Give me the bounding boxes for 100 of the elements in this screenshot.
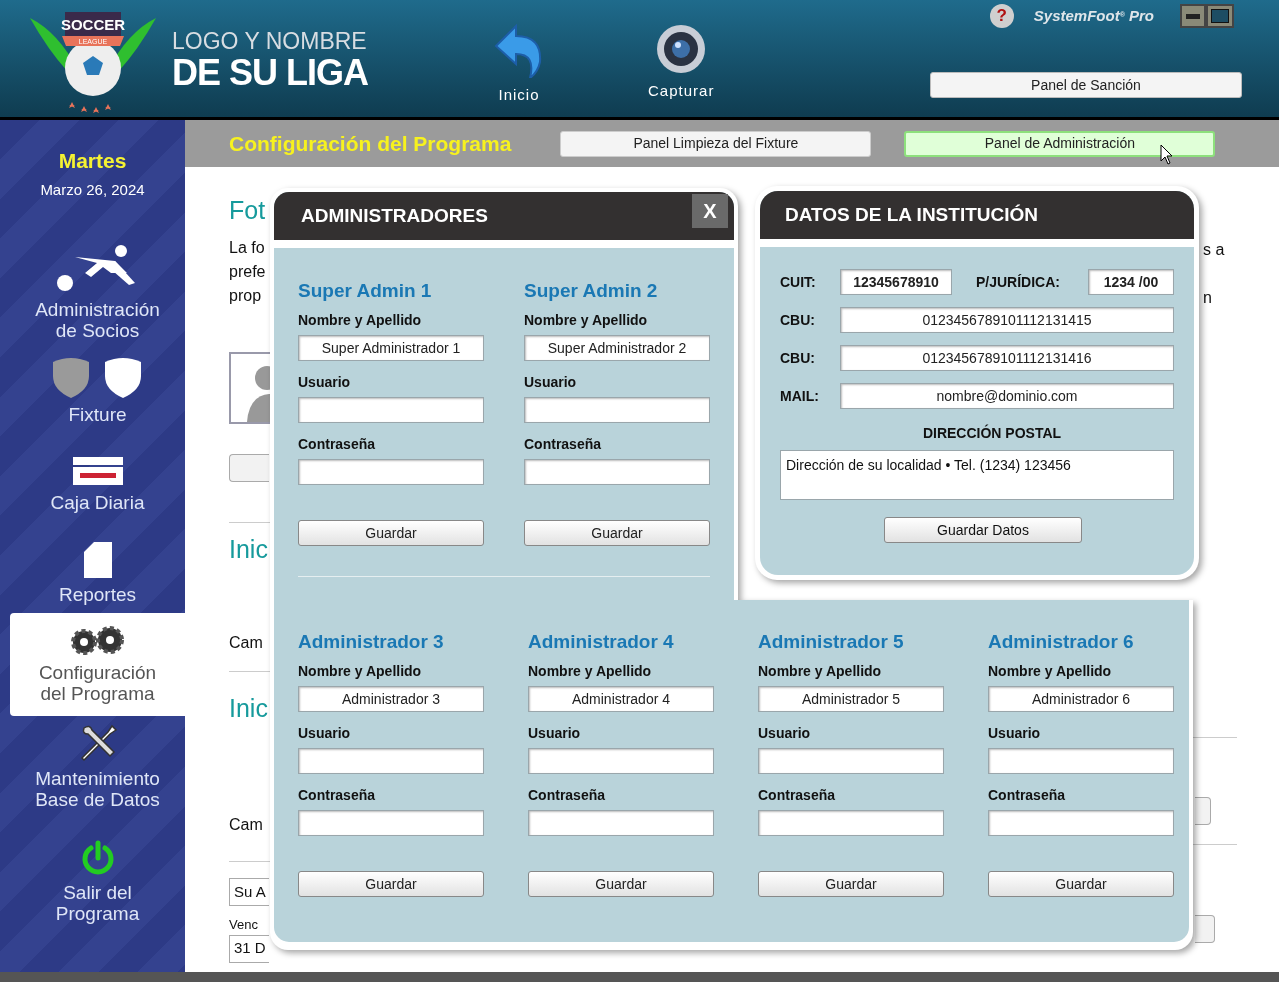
weekday: Martes — [58, 148, 127, 174]
field-caption: Venc — [229, 916, 258, 934]
text-field[interactable]: Su A — [229, 878, 269, 906]
minimize-button[interactable] — [1180, 4, 1206, 28]
sanction-panel-button[interactable]: Panel de Sanción — [930, 72, 1242, 98]
field-label: Nombre y Apellido — [298, 311, 423, 329]
help-icon[interactable]: ? — [989, 4, 1014, 28]
paragraph-line: n — [1203, 288, 1212, 308]
close-button[interactable]: X — [692, 194, 728, 228]
league-name-top: LOGO Y NOMBRE — [172, 28, 368, 54]
field-label: Contraseña — [298, 786, 377, 804]
user-field[interactable] — [528, 748, 714, 774]
name-field[interactable]: Administrador 4 — [528, 686, 714, 712]
gears-icon — [69, 626, 126, 656]
password-field[interactable] — [758, 810, 944, 836]
sidebar-item[interactable]: Administración de Socios — [10, 227, 185, 341]
text-field[interactable]: 0123456789101112131416 — [840, 345, 1174, 371]
field-label: Usuario — [528, 724, 582, 742]
maximize-button[interactable] — [1206, 4, 1234, 28]
button[interactable] — [1195, 797, 1211, 825]
save-button[interactable]: Guardar — [988, 871, 1174, 897]
paragraph-line: La fo — [229, 238, 265, 258]
pj-field[interactable]: 1234 /00 — [1088, 269, 1174, 295]
sidebar-item[interactable]: Reportes — [10, 517, 185, 609]
admin-title: Super Admin 2 — [524, 279, 659, 303]
date: Marzo 26, 2024 — [40, 179, 145, 200]
panel-button[interactable]: Panel Limpieza del Fixture — [560, 130, 872, 157]
field-label: Usuario — [758, 724, 812, 742]
paragraph-line: prefe — [229, 262, 266, 282]
admin-title: Super Admin 1 — [298, 279, 433, 303]
camera-lens-icon — [656, 24, 707, 74]
text-field[interactable]: nombre@dominio.com — [840, 383, 1174, 409]
password-field[interactable] — [528, 810, 714, 836]
field-label: Cam — [229, 815, 263, 835]
admin-title: Administrador 6 — [988, 630, 1135, 654]
admin-title: Administrador 5 — [758, 630, 905, 654]
save-button[interactable]: Guardar — [524, 520, 710, 546]
field-label: Contraseña — [524, 435, 603, 453]
sidebar-item[interactable]: Configuración del Programa — [10, 613, 185, 716]
field-label: Nombre y Apellido — [298, 662, 423, 680]
field-label: Usuario — [988, 724, 1042, 742]
field-label: Usuario — [298, 373, 352, 391]
sidebar-item[interactable]: Caja Diaria — [10, 429, 185, 517]
cuit-field[interactable]: 12345678910 — [840, 269, 952, 295]
user-field[interactable] — [758, 748, 944, 774]
password-field[interactable] — [524, 459, 710, 485]
name-field[interactable]: Administrador 6 — [988, 686, 1174, 712]
save-data-button[interactable]: Guardar Datos — [884, 517, 1082, 543]
save-button[interactable]: Guardar — [758, 871, 944, 897]
user-field[interactable] — [298, 748, 484, 774]
field-label: CBU: — [780, 310, 816, 330]
user-field[interactable] — [298, 397, 484, 423]
save-button[interactable]: Guardar — [298, 520, 484, 546]
back-arrow-icon — [494, 24, 544, 78]
password-field[interactable] — [298, 459, 484, 485]
field-label: Contraseña — [528, 786, 607, 804]
mouse-cursor-icon — [1160, 143, 1175, 166]
field-label: Usuario — [298, 724, 352, 742]
sidebar-item[interactable]: Mantenimiento Base de Datos — [10, 716, 185, 812]
date-field[interactable]: 31 D — [229, 934, 269, 963]
brand-name: SystemFoot$^{®}$ Pro — [1033, 5, 1154, 26]
field-label: Contraseña — [988, 786, 1067, 804]
field-label: Nombre y Apellido — [524, 311, 649, 329]
section-heading: Inic — [229, 534, 268, 565]
name-field[interactable]: Administrador 3 — [298, 686, 484, 712]
admin-title: Administrador 3 — [298, 630, 445, 654]
name-field[interactable]: Super Administrador 2 — [524, 335, 710, 361]
button[interactable] — [1195, 915, 1215, 943]
toolbar-button[interactable]: Inicio — [494, 24, 544, 107]
save-button[interactable]: Guardar — [298, 871, 484, 897]
section-label: DIRECCIÓN POSTAL — [922, 423, 1062, 443]
field-label: Contraseña — [298, 435, 377, 453]
admin-title: Administrador 4 — [528, 630, 675, 654]
text-field[interactable]: 0123456789101112131415 — [840, 307, 1174, 333]
field-label: Usuario — [524, 373, 578, 391]
field-label: CBU: — [780, 348, 816, 368]
paragraph-line: prop — [229, 286, 262, 306]
page-title: Configuración del Programa — [229, 130, 512, 157]
field-label: Nombre y Apellido — [988, 662, 1113, 680]
name-field[interactable]: Super Administrador 1 — [298, 335, 484, 361]
password-field[interactable] — [988, 810, 1174, 836]
field-label: MAIL: — [780, 386, 820, 406]
league-name-bottom: DE SU LIGA — [172, 54, 368, 92]
user-field[interactable] — [524, 397, 710, 423]
name-field[interactable]: Administrador 5 — [758, 686, 944, 712]
toolbar-button[interactable]: Capturar — [648, 24, 715, 103]
field-label: P/JURÍDICA: — [976, 272, 1060, 292]
password-field[interactable] — [298, 810, 484, 836]
cash-box-icon — [71, 456, 124, 486]
button[interactable] — [229, 454, 269, 482]
address-field[interactable]: Dirección de su localidad • Tel. (1234) 123456 — [780, 450, 1174, 500]
panel-button[interactable]: Panel de Administración — [904, 130, 1216, 157]
field-label: Contraseña — [758, 786, 837, 804]
panel-title: ADMINISTRADORES — [301, 203, 488, 228]
save-button[interactable]: Guardar — [528, 871, 714, 897]
sidebar-item[interactable]: Salir del Programa — [10, 812, 185, 928]
sidebar-item[interactable]: Fixture — [10, 341, 185, 429]
field-label: Cam — [229, 632, 263, 653]
user-field[interactable] — [988, 748, 1174, 774]
field-label: CUIT: — [780, 272, 817, 292]
